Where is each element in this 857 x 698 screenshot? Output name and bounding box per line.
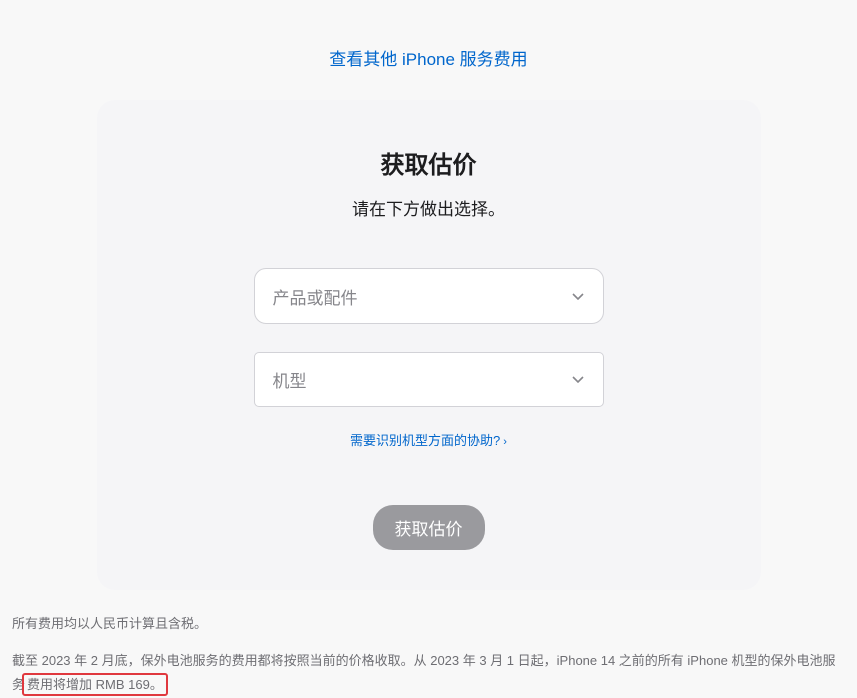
- help-link-label: 需要识别机型方面的协助?: [350, 433, 500, 448]
- card-title: 获取估价: [137, 145, 721, 180]
- price-increase-highlight: 费用将增加 RMB 169。: [22, 673, 168, 696]
- chevron-right-icon: ›: [503, 436, 507, 448]
- get-estimate-button[interactable]: 获取估价: [373, 505, 485, 550]
- view-other-fees-link[interactable]: 查看其他 iPhone 服务费用: [329, 50, 527, 69]
- card-subtitle: 请在下方做出选择。: [137, 195, 721, 220]
- model-select-placeholder: 机型: [273, 367, 307, 392]
- product-select[interactable]: 产品或配件: [254, 268, 604, 324]
- estimate-card: 获取估价 请在下方做出选择。 产品或配件 机型 需要识别机型方面的协助?›: [97, 100, 761, 590]
- submit-wrapper: 获取估价: [137, 505, 721, 550]
- model-select[interactable]: 机型: [254, 352, 604, 407]
- top-link-wrapper: 查看其他 iPhone 服务费用: [12, 0, 845, 100]
- chevron-down-icon: [571, 289, 585, 303]
- model-select-wrapper: 机型: [254, 352, 604, 407]
- identify-model-help-link[interactable]: 需要识别机型方面的协助?›: [350, 433, 507, 448]
- footnotes: 所有费用均以人民币计算且含税。 截至 2023 年 2 月底，保外电池服务的费用…: [12, 590, 845, 698]
- footnote-line-2: 截至 2023 年 2 月底，保外电池服务的费用都将按照当前的价格收取。从 20…: [12, 649, 845, 698]
- chevron-down-icon: [571, 373, 585, 387]
- help-link-wrapper: 需要识别机型方面的协助?›: [137, 430, 721, 450]
- product-select-placeholder: 产品或配件: [273, 284, 358, 309]
- footnote-line-1: 所有费用均以人民币计算且含税。: [12, 612, 845, 637]
- product-select-wrapper: 产品或配件: [254, 268, 604, 324]
